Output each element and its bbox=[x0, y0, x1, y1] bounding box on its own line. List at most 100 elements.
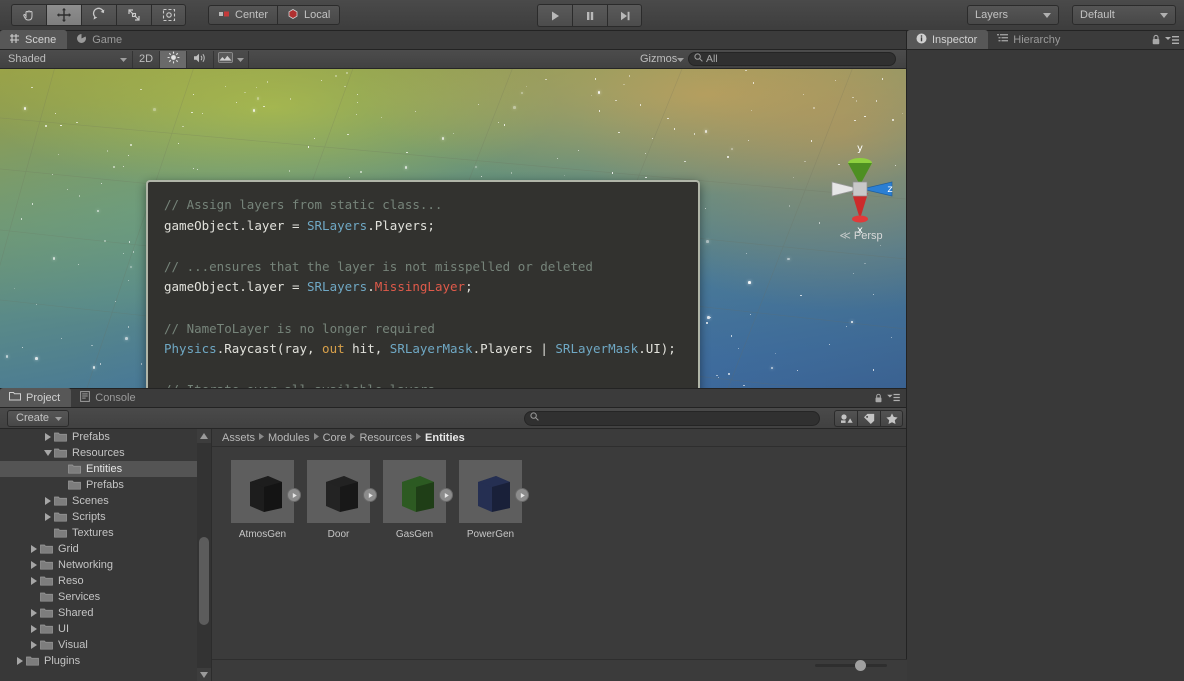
asset-preview-play-icon[interactable] bbox=[515, 488, 529, 502]
lock-icon[interactable] bbox=[874, 393, 883, 406]
scene-search-input[interactable]: All bbox=[688, 52, 896, 66]
star bbox=[35, 303, 37, 306]
step-button[interactable] bbox=[607, 4, 642, 27]
gizmo-projection-label[interactable]: ≪ Persp bbox=[826, 229, 896, 242]
scroll-down-arrow[interactable] bbox=[197, 668, 211, 681]
tree-item-resources[interactable]: Resources bbox=[0, 445, 197, 461]
chevron-right-icon[interactable] bbox=[28, 625, 39, 633]
tree-item-services[interactable]: Services bbox=[0, 589, 197, 605]
thumbnail-zoom-slider[interactable] bbox=[815, 659, 887, 671]
asset-preview-play-icon[interactable] bbox=[287, 488, 301, 502]
scene-audio-button[interactable] bbox=[187, 50, 215, 68]
scene-lighting-button[interactable] bbox=[160, 50, 188, 68]
tab-console[interactable]: Console bbox=[71, 388, 146, 407]
tree-scrollbar[interactable] bbox=[197, 429, 211, 681]
chevron-right-icon[interactable] bbox=[28, 545, 39, 553]
tree-item-prefabs[interactable]: Prefabs bbox=[0, 429, 197, 445]
favorite-filter-icon[interactable] bbox=[880, 409, 903, 427]
breadcrumb-item[interactable]: Core bbox=[323, 432, 347, 444]
chevron-right-icon[interactable] bbox=[42, 513, 53, 521]
asset-preview-play-icon[interactable] bbox=[439, 488, 453, 502]
star bbox=[864, 262, 866, 265]
tree-item-prefabs[interactable]: Prefabs bbox=[0, 477, 197, 493]
tree-item-entities[interactable]: Entities bbox=[0, 461, 197, 477]
asset-item[interactable]: PowerGen bbox=[459, 460, 529, 659]
asset-preview-play-icon[interactable] bbox=[363, 488, 377, 502]
chevron-right-icon[interactable] bbox=[28, 609, 39, 617]
tree-item-networking[interactable]: Networking bbox=[0, 557, 197, 573]
hamburger-menu-icon[interactable] bbox=[887, 393, 900, 406]
tab-hierarchy[interactable]: Hierarchy bbox=[988, 30, 1071, 49]
tab-game[interactable]: Game bbox=[67, 30, 133, 49]
asset-item[interactable]: AtmosGen bbox=[231, 460, 301, 659]
star bbox=[320, 79, 322, 82]
star bbox=[356, 101, 359, 104]
asset-thumbnail[interactable] bbox=[307, 460, 377, 523]
breadcrumb-item[interactable]: Entities bbox=[425, 432, 465, 444]
scene-view-gizmo[interactable]: y z x bbox=[822, 137, 898, 242]
toggle-2d-button[interactable]: 2D bbox=[133, 50, 161, 68]
draw-mode-dropdown[interactable]: Shaded bbox=[0, 50, 133, 68]
asset-item[interactable]: GasGen bbox=[383, 460, 453, 659]
chevron-right-icon[interactable] bbox=[14, 657, 25, 665]
tree-item-textures[interactable]: Textures bbox=[0, 525, 197, 541]
star bbox=[623, 83, 625, 85]
asset-thumbnail[interactable] bbox=[459, 460, 529, 523]
layout-dropdown[interactable]: Default bbox=[1072, 5, 1176, 25]
create-button[interactable]: Create bbox=[7, 409, 70, 427]
project-search-input[interactable] bbox=[524, 410, 820, 426]
hamburger-menu-icon[interactable] bbox=[1165, 35, 1179, 48]
asset-thumbnail[interactable] bbox=[231, 460, 301, 523]
tree-item-ui[interactable]: UI bbox=[0, 621, 197, 637]
tree-item-visual[interactable]: Visual bbox=[0, 637, 197, 653]
project-folder-tree[interactable]: Prefabs Resources Entities Prefabs Scenes Scr… bbox=[0, 429, 197, 681]
breadcrumb-item[interactable]: Assets bbox=[222, 432, 255, 444]
folder-icon bbox=[39, 544, 54, 554]
scene-effects-button[interactable] bbox=[214, 50, 250, 68]
lock-icon[interactable] bbox=[1151, 34, 1161, 48]
tab-scene[interactable]: Scene bbox=[0, 30, 68, 49]
tree-scrollbar-thumb[interactable] bbox=[199, 537, 209, 625]
chevron-right-icon[interactable] bbox=[42, 497, 53, 505]
play-button[interactable] bbox=[537, 4, 572, 27]
star bbox=[667, 118, 669, 120]
star bbox=[706, 322, 708, 324]
asset-type-filter-icon[interactable] bbox=[834, 409, 857, 427]
tree-item-shared[interactable]: Shared bbox=[0, 605, 197, 621]
scene-viewport[interactable]: y z x ≪ Persp // Assign layers from stat… bbox=[0, 69, 906, 388]
star bbox=[577, 150, 580, 152]
move-tool-button[interactable] bbox=[46, 4, 81, 26]
tree-item-scripts[interactable]: Scripts bbox=[0, 509, 197, 525]
asset-item[interactable]: Door bbox=[307, 460, 377, 659]
chevron-right-icon[interactable] bbox=[28, 641, 39, 649]
chevron-down-icon[interactable] bbox=[42, 450, 53, 456]
label-filter-icon[interactable] bbox=[857, 409, 880, 427]
tab-inspector[interactable]: Inspector bbox=[907, 30, 989, 49]
scroll-up-arrow[interactable] bbox=[197, 429, 211, 443]
chevron-right-icon[interactable] bbox=[42, 433, 53, 441]
tree-item-scenes[interactable]: Scenes bbox=[0, 493, 197, 509]
tree-item-plugins[interactable]: Plugins bbox=[0, 653, 197, 669]
rect-tool-button[interactable] bbox=[151, 4, 186, 26]
tree-item-label: Reso bbox=[58, 575, 84, 587]
pause-button[interactable] bbox=[572, 4, 607, 27]
tab-project[interactable]: Project bbox=[0, 388, 72, 407]
star bbox=[244, 92, 246, 94]
scale-tool-button[interactable] bbox=[116, 4, 151, 26]
rotate-tool-button[interactable] bbox=[81, 4, 116, 26]
asset-thumbnail[interactable] bbox=[383, 460, 453, 523]
handle-space-button[interactable]: Local bbox=[277, 5, 341, 25]
breadcrumb-item[interactable]: Modules bbox=[268, 432, 310, 444]
breadcrumb-item[interactable]: Resources bbox=[359, 432, 412, 444]
tree-item-reso[interactable]: Reso bbox=[0, 573, 197, 589]
zoom-slider-knob[interactable] bbox=[855, 659, 866, 671]
hand-tool-button[interactable] bbox=[11, 4, 46, 26]
pivot-mode-button[interactable]: Center bbox=[208, 5, 278, 25]
layers-dropdown[interactable]: Layers bbox=[967, 5, 1059, 25]
tree-item-grid[interactable]: Grid bbox=[0, 541, 197, 557]
gizmos-dropdown[interactable]: Gizmos bbox=[632, 51, 688, 68]
star bbox=[114, 300, 116, 303]
chevron-right-icon[interactable] bbox=[28, 561, 39, 569]
code-token: MissingLayer bbox=[374, 279, 466, 295]
chevron-right-icon[interactable] bbox=[28, 577, 39, 585]
